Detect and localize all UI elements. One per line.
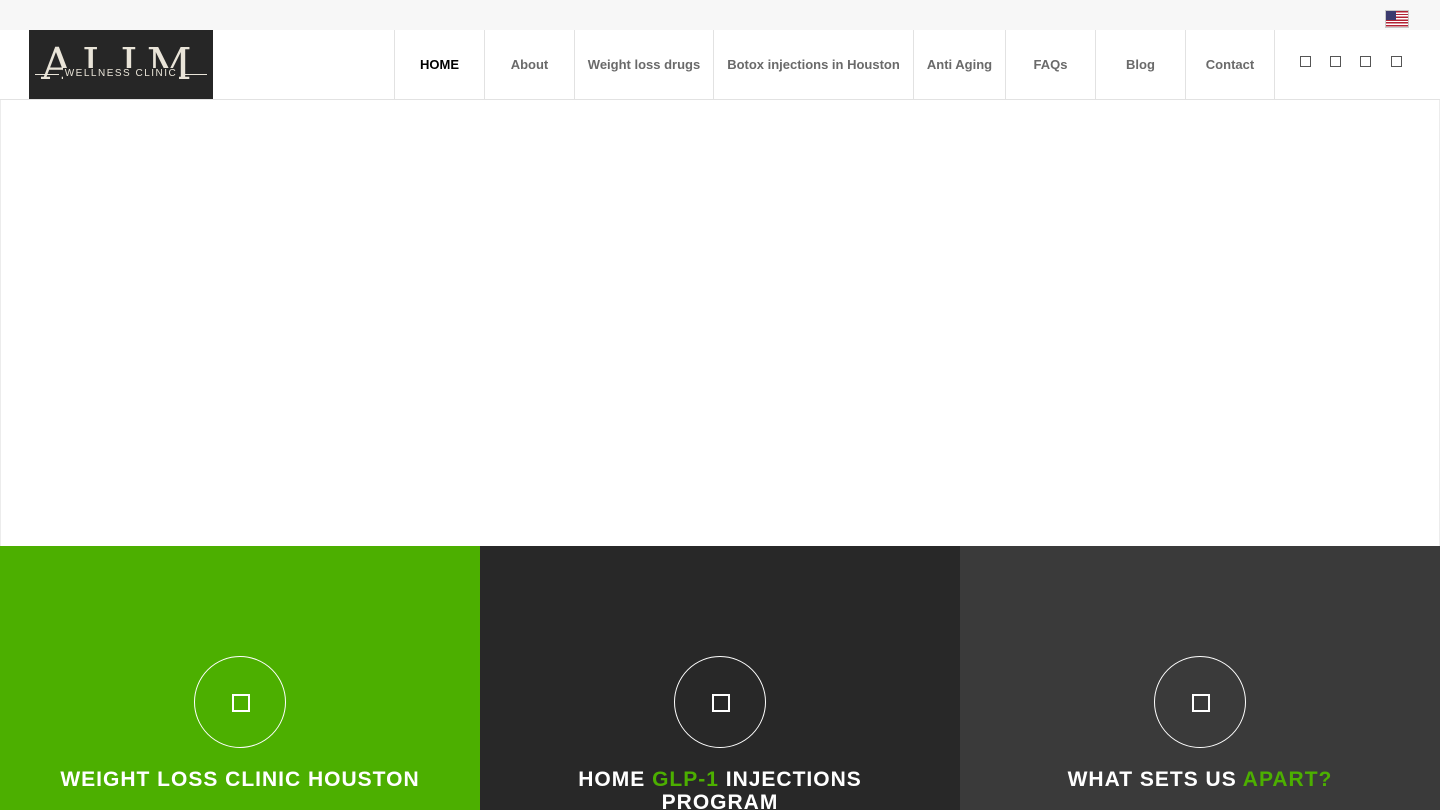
logo-wordmark: ALIM (41, 39, 201, 90)
feature-icon (712, 694, 730, 712)
feature-title: WHAT SETS US APART? (1067, 768, 1333, 791)
social-icon-2[interactable] (1330, 56, 1341, 67)
feature-panel-apart: WHAT SETS US APART? (960, 546, 1440, 810)
feature-icon-circle[interactable] (194, 656, 286, 748)
site-logo[interactable]: ALIM WELLNESS CLINIC (29, 30, 213, 99)
flag-canton (1386, 11, 1396, 20)
nav-item-contact[interactable]: Contact (1185, 30, 1275, 99)
logo-tagline: WELLNESS CLINIC (64, 68, 178, 79)
top-bar (0, 0, 1440, 30)
feature-title: HOME GLP-1 INJECTIONS PROGRAM (578, 768, 862, 810)
feature-icon-circle[interactable] (1154, 656, 1246, 748)
nav-item-faqs[interactable]: FAQs (1005, 30, 1095, 99)
nav-item-home[interactable]: HOME (394, 30, 484, 99)
feature-title: WEIGHT LOSS CLINIC HOUSTON (60, 768, 420, 791)
feature-panel-glp1: HOME GLP-1 INJECTIONS PROGRAM (480, 546, 960, 810)
nav-item-blog[interactable]: Blog (1095, 30, 1185, 99)
site-header: ALIM WELLNESS CLINIC HOME About Weight l… (0, 30, 1440, 100)
nav-item-weight-loss-drugs[interactable]: Weight loss drugs (574, 30, 713, 99)
nav-item-anti-aging[interactable]: Anti Aging (913, 30, 1005, 99)
nav-item-about[interactable]: About (484, 30, 574, 99)
feature-panel-weight-loss: WEIGHT LOSS CLINIC HOUSTON (0, 546, 480, 810)
feature-icon-circle[interactable] (674, 656, 766, 748)
nav-item-botox[interactable]: Botox injections in Houston (713, 30, 913, 99)
feature-icon (232, 694, 250, 712)
social-icon-3[interactable] (1360, 56, 1371, 67)
us-flag-icon[interactable] (1385, 10, 1409, 28)
main-nav: HOME About Weight loss drugs Botox injec… (394, 30, 1275, 99)
feature-icon (1192, 694, 1210, 712)
social-icon-1[interactable] (1300, 56, 1311, 67)
hero-area (0, 100, 1440, 546)
social-icon-4[interactable] (1391, 56, 1402, 67)
